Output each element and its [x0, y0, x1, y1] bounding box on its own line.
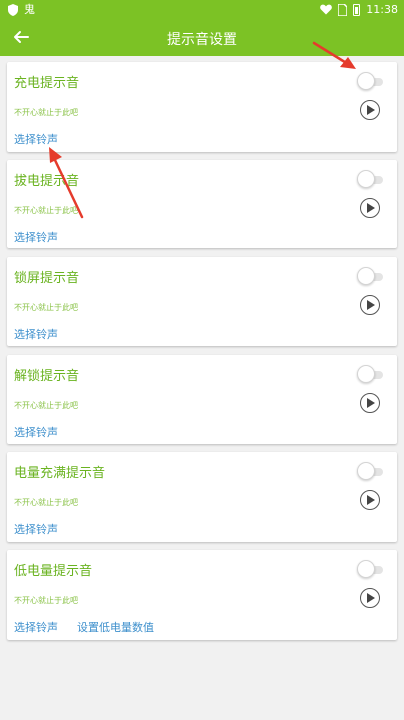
play-icon[interactable] — [360, 490, 380, 510]
play-icon[interactable] — [360, 198, 380, 218]
card-description: 不开心就止于此吧 — [14, 108, 78, 117]
sound-card-low-battery: 低电量提示音 不开心就止于此吧 选择铃声 设置低电量数值 — [7, 550, 397, 640]
card-title: 充电提示音 — [14, 76, 80, 91]
ghost-icon: 鬼 — [24, 3, 35, 16]
sound-card-charge: 充电提示音 不开心就止于此吧 选择铃声 — [7, 62, 397, 152]
card-links: 选择铃声 — [14, 131, 58, 147]
sound-card-full: 电量充满提示音 不开心就止于此吧 选择铃声 — [7, 452, 397, 542]
card-links: 选择铃声 — [14, 521, 58, 537]
sound-card-unplug: 拔电提示音 不开心就止于此吧 选择铃声 — [7, 160, 397, 248]
select-ringtone-link[interactable]: 选择铃声 — [14, 229, 58, 245]
card-title: 锁屏提示音 — [14, 271, 80, 286]
shield-icon — [8, 4, 18, 16]
card-links: 选择铃声 — [14, 229, 58, 245]
battery-icon — [353, 3, 361, 16]
play-icon[interactable] — [360, 100, 380, 120]
play-icon[interactable] — [360, 295, 380, 315]
card-links: 选择铃声 — [14, 326, 58, 342]
enable-toggle[interactable] — [357, 560, 385, 578]
card-links: 选择铃声 — [14, 424, 58, 440]
card-description: 不开心就止于此吧 — [14, 303, 78, 312]
select-ringtone-link[interactable]: 选择铃声 — [14, 131, 58, 147]
select-ringtone-link[interactable]: 选择铃声 — [14, 326, 58, 342]
sound-card-unlock: 解锁提示音 不开心就止于此吧 选择铃声 — [7, 355, 397, 444]
status-bar: 鬼 11:38 — [0, 0, 404, 20]
enable-toggle[interactable] — [357, 365, 385, 383]
status-left-icons: 鬼 — [8, 3, 35, 17]
play-icon[interactable] — [360, 588, 380, 608]
card-title: 解锁提示音 — [14, 369, 80, 384]
select-ringtone-link[interactable]: 选择铃声 — [14, 424, 58, 440]
select-ringtone-link[interactable]: 选择铃声 — [14, 521, 58, 537]
set-low-battery-value-link[interactable]: 设置低电量数值 — [77, 619, 154, 635]
card-title: 电量充满提示音 — [14, 466, 106, 481]
status-right-icons: 11:38 — [320, 3, 398, 16]
page-title: 提示音设置 — [167, 32, 237, 48]
heart-icon — [320, 4, 333, 15]
app-bar: 提示音设置 — [0, 20, 404, 56]
enable-toggle[interactable] — [357, 462, 385, 480]
card-description: 不开心就止于此吧 — [14, 596, 78, 605]
card-description: 不开心就止于此吧 — [14, 206, 78, 215]
card-title: 低电量提示音 — [14, 564, 93, 579]
enable-toggle[interactable] — [357, 72, 385, 90]
sound-card-lock: 锁屏提示音 不开心就止于此吧 选择铃声 — [7, 257, 397, 346]
card-description: 不开心就止于此吧 — [14, 401, 78, 410]
select-ringtone-link[interactable]: 选择铃声 — [14, 619, 58, 635]
card-title: 拔电提示音 — [14, 174, 80, 189]
status-time: 11:38 — [366, 3, 398, 16]
enable-toggle[interactable] — [357, 170, 385, 188]
sim-icon — [338, 3, 348, 16]
card-links: 选择铃声 设置低电量数值 — [14, 619, 154, 635]
enable-toggle[interactable] — [357, 267, 385, 285]
card-description: 不开心就止于此吧 — [14, 498, 78, 507]
play-icon[interactable] — [360, 393, 380, 413]
